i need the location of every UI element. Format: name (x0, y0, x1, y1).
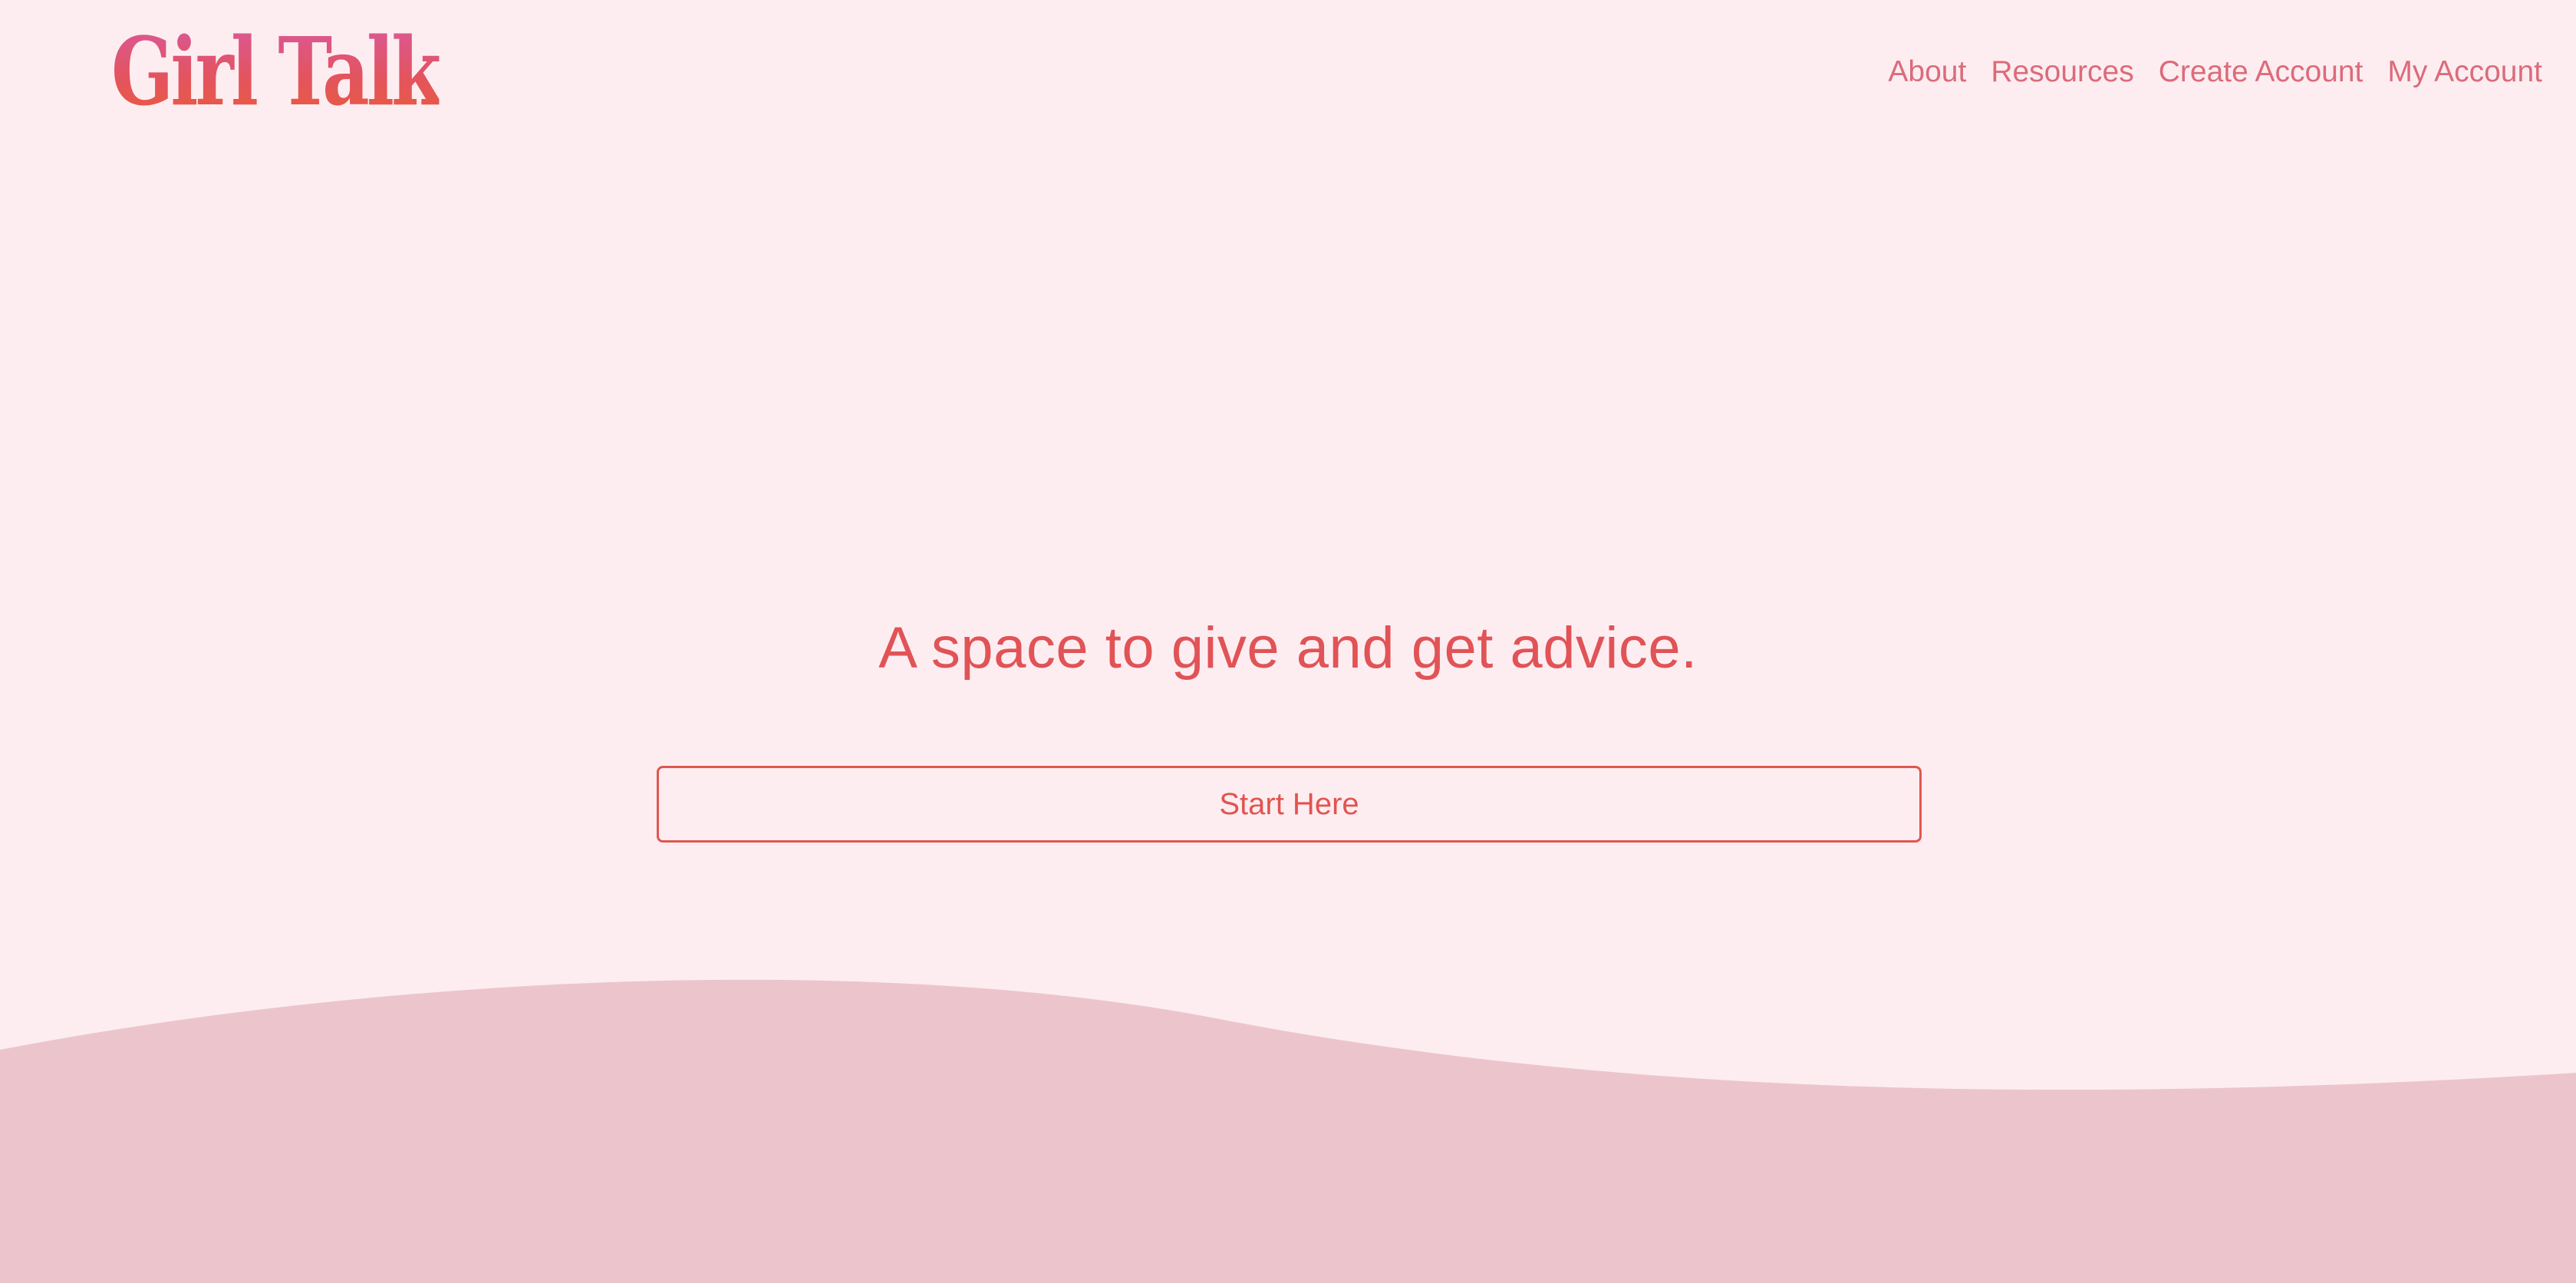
nav-resources-link[interactable]: Resources (1991, 49, 2133, 95)
main-nav: About Resources Create Account My Accoun… (1888, 49, 2542, 95)
nav-my-account-link[interactable]: My Account (2387, 49, 2542, 95)
start-here-button[interactable]: Start Here (657, 766, 1922, 843)
nav-create-account-link[interactable]: Create Account (2159, 49, 2364, 95)
nav-about-link[interactable]: About (1888, 49, 1966, 95)
hero-section: A space to give and get advice. (0, 606, 2576, 691)
hero-tagline: A space to give and get advice. (878, 615, 1698, 681)
site-header: Girl Talk About Resources Create Account… (0, 0, 2576, 146)
logo[interactable]: Girl Talk (111, 21, 442, 121)
